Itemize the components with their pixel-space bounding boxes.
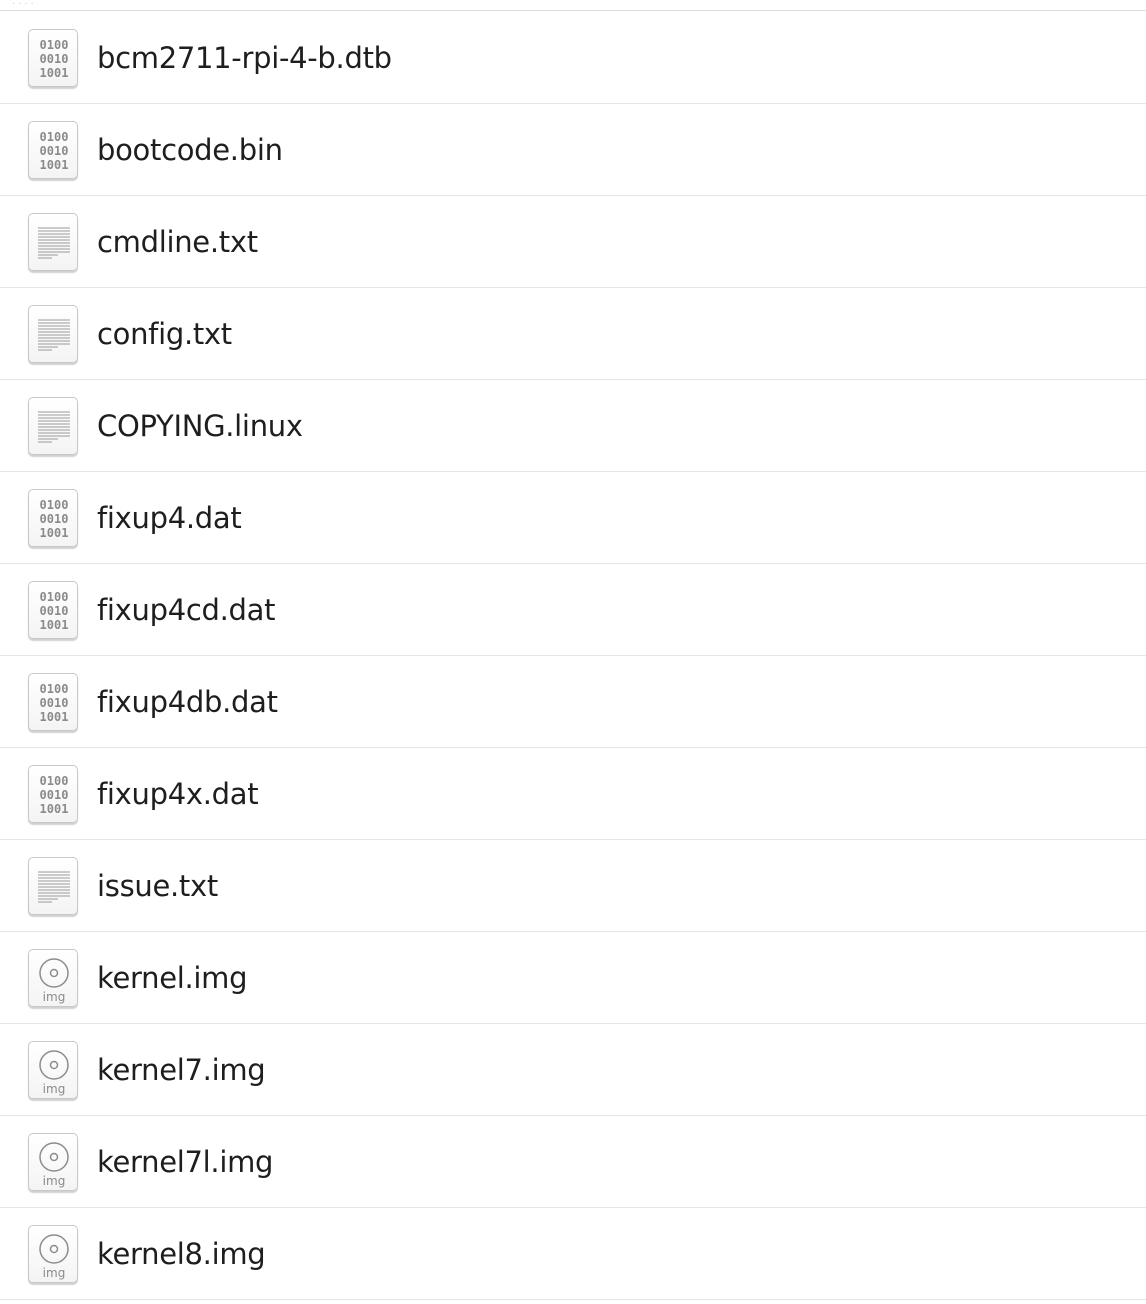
file-row[interactable]: 0100 0010 1001 fixup4.dat xyxy=(0,472,1146,564)
binary-glyph-line: 0100 xyxy=(40,38,69,52)
text-file-icon xyxy=(28,396,78,455)
file-row[interactable]: issue.txt xyxy=(0,840,1146,932)
file-name: fixup4cd.dat xyxy=(97,592,276,627)
file-name: kernel.img xyxy=(97,960,248,995)
disk-image-icon: img xyxy=(28,1224,78,1283)
file-name: bootcode.bin xyxy=(97,132,283,167)
list-top-divider: .... xyxy=(0,0,1146,11)
binary-glyph-line: 1001 xyxy=(40,526,69,540)
image-glyph-label: img xyxy=(43,1266,66,1280)
file-name: fixup4db.dat xyxy=(97,684,278,719)
binary-glyph-line: 0010 xyxy=(40,52,69,66)
binary-file-icon: 0100 0010 1001 xyxy=(28,764,78,823)
file-name: kernel7l.img xyxy=(97,1144,274,1179)
binary-glyph-line: 1001 xyxy=(40,66,69,80)
file-row[interactable]: 0100 0010 1001 fixup4db.dat xyxy=(0,656,1146,748)
binary-glyph-line: 0010 xyxy=(40,604,69,618)
binary-file-icon: 0100 0010 1001 xyxy=(28,120,78,179)
text-file-icon xyxy=(28,212,78,271)
binary-file-icon: 0100 0010 1001 xyxy=(28,488,78,547)
binary-glyph-line: 0100 xyxy=(40,774,69,788)
file-name: COPYING.linux xyxy=(97,408,303,443)
file-row[interactable]: img kernel7.img xyxy=(0,1024,1146,1116)
text-file-icon xyxy=(28,856,78,915)
file-name: fixup4x.dat xyxy=(97,776,259,811)
file-row[interactable]: 0100 0010 1001 bootcode.bin xyxy=(0,104,1146,196)
binary-glyph-line: 1001 xyxy=(40,618,69,632)
file-name: issue.txt xyxy=(97,868,218,903)
disk-image-icon: img xyxy=(28,948,78,1007)
file-name: cmdline.txt xyxy=(97,224,258,259)
file-row[interactable]: cmdline.txt xyxy=(0,196,1146,288)
file-name: kernel8.img xyxy=(97,1236,266,1271)
binary-glyph-line: 0010 xyxy=(40,788,69,802)
file-row[interactable]: img kernel.img xyxy=(0,932,1146,1024)
binary-glyph-line: 1001 xyxy=(40,158,69,172)
file-row[interactable]: img kernel7l.img xyxy=(0,1116,1146,1208)
file-row[interactable]: COPYING.linux xyxy=(0,380,1146,472)
disk-image-icon: img xyxy=(28,1040,78,1099)
binary-glyph-line: 0100 xyxy=(40,682,69,696)
file-name: bcm2711-rpi-4-b.dtb xyxy=(97,40,392,75)
binary-glyph-line: 0100 xyxy=(40,130,69,144)
binary-glyph-line: 0100 xyxy=(40,590,69,604)
binary-file-icon: 0100 0010 1001 xyxy=(28,672,78,731)
file-row[interactable]: config.txt xyxy=(0,288,1146,380)
disk-image-icon: img xyxy=(28,1132,78,1191)
binary-file-icon: 0100 0010 1001 xyxy=(28,580,78,639)
binary-glyph-line: 1001 xyxy=(40,802,69,816)
file-name: config.txt xyxy=(97,316,232,351)
image-glyph-label: img xyxy=(43,1174,66,1188)
binary-glyph-line: 0010 xyxy=(40,696,69,710)
binary-file-icon: 0100 0010 1001 xyxy=(28,28,78,87)
file-list: .... 0100 0010 1001 bcm2711-rpi-4-b.dtb 0100… xyxy=(0,0,1146,1304)
binary-glyph-line: 0100 xyxy=(40,498,69,512)
binary-glyph-line: 0010 xyxy=(40,144,69,158)
file-row[interactable]: 0100 0010 1001 fixup4x.dat xyxy=(0,748,1146,840)
text-file-icon xyxy=(28,304,78,363)
binary-glyph-line: 0010 xyxy=(40,512,69,526)
image-glyph-label: img xyxy=(43,990,66,1004)
binary-glyph-line: 1001 xyxy=(40,710,69,724)
file-row[interactable]: img kernel8.img xyxy=(0,1208,1146,1300)
file-name: kernel7.img xyxy=(97,1052,266,1087)
file-row[interactable]: 0100 0010 1001 bcm2711-rpi-4-b.dtb xyxy=(0,12,1146,104)
image-glyph-label: img xyxy=(43,1082,66,1096)
file-name: fixup4.dat xyxy=(97,500,242,535)
file-row[interactable]: 0100 0010 1001 fixup4cd.dat xyxy=(0,564,1146,656)
